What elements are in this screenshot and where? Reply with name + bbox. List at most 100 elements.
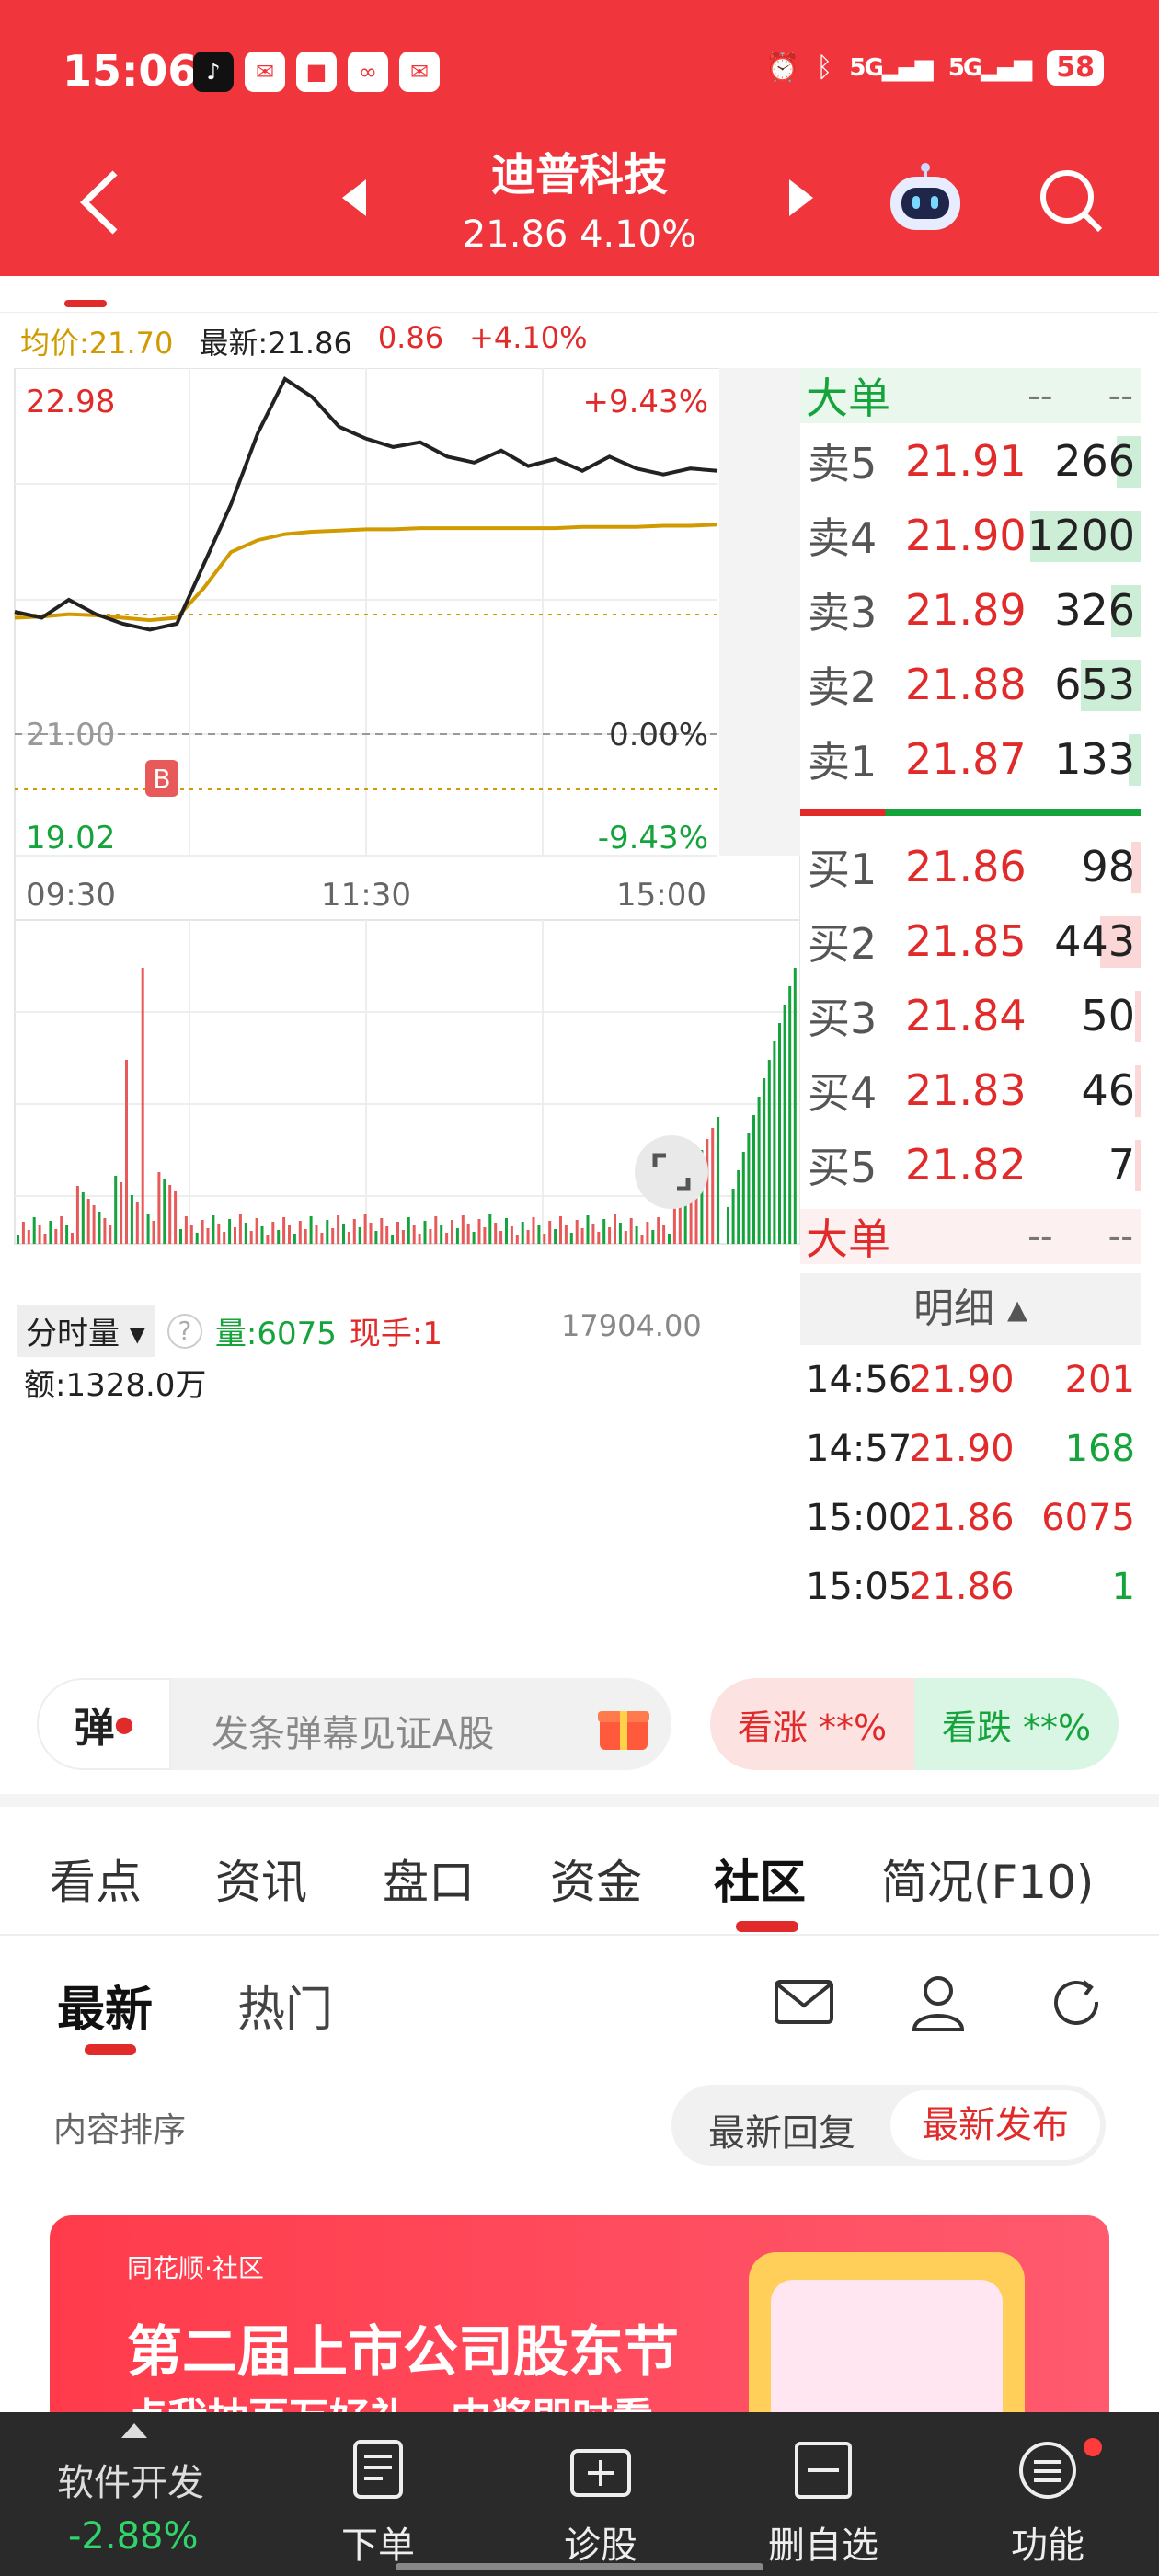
order-row[interactable]: 买3 21.84 50	[800, 978, 1141, 1052]
notification-dot	[1084, 2438, 1102, 2456]
volume-bar	[17, 1235, 19, 1244]
app-header: 15:06 ♪ ✉ ■ ∞ ✉ ⏰ ᛒ 5G▂▄▆ 5G▂▄▆ 58 迪普科技 …	[0, 0, 1159, 276]
volume-bar	[727, 1207, 729, 1244]
volume-bar	[315, 1225, 318, 1244]
volume-bar	[624, 1231, 627, 1244]
fullscreen-button[interactable]	[635, 1135, 708, 1209]
buy-marker-label: B	[153, 764, 170, 794]
time-end: 15:00	[616, 877, 706, 914]
gift-icon[interactable]	[594, 1695, 653, 1754]
volume-bar	[179, 1229, 182, 1244]
volume-bar	[260, 1226, 264, 1244]
help-icon[interactable]: ?	[166, 1313, 202, 1349]
next-stock-icon[interactable]	[789, 179, 813, 216]
diagnose-button[interactable]: 诊股	[522, 2412, 679, 2576]
volume-bar	[494, 1223, 498, 1244]
app-notify-icon: ✉	[245, 52, 285, 92]
volume-bar	[369, 1223, 373, 1244]
volume-bar	[217, 1224, 221, 1244]
expand-icon[interactable]	[121, 2423, 147, 2438]
volume-bar	[554, 1229, 557, 1244]
intraday-chart[interactable]: B 22.98 21.00 19.02 +9.43% 0.00% -9.43% …	[0, 368, 800, 1656]
home-indicator	[396, 2563, 763, 2570]
volume-bar	[602, 1219, 606, 1244]
volume-bar	[580, 1228, 584, 1244]
pct-axis-mid: 0.00%	[609, 717, 708, 753]
search-icon[interactable]	[1034, 164, 1107, 237]
volume-bar	[1135, 991, 1141, 1042]
volume-bar	[288, 1225, 291, 1244]
sector-name[interactable]: 软件开发	[57, 2453, 204, 2506]
sort-latest-reply[interactable]: 最新回复	[708, 2103, 855, 2156]
trade-details: 14:56 21.90 201 14:57 21.90 168 15:00 21.86 6075…	[800, 1345, 1141, 1621]
volume-bar	[49, 1221, 52, 1244]
tab-funds[interactable]: 资金	[550, 1846, 642, 1912]
refresh-icon[interactable]	[1043, 1969, 1109, 2035]
functions-button[interactable]: 功能	[970, 2412, 1126, 2576]
volume-bar	[174, 1191, 178, 1244]
tab-highlights[interactable]: 看点	[50, 1846, 142, 1912]
volume-bar	[157, 1172, 161, 1244]
order-row[interactable]: 买1 21.86 98	[800, 829, 1141, 903]
volume-bar	[396, 1222, 399, 1244]
volume-bar	[228, 1219, 232, 1244]
sort-latest-post[interactable]: 最新发布	[890, 2090, 1100, 2160]
volume-bar	[717, 1117, 720, 1244]
y-axis-low: 19.02	[26, 820, 115, 857]
remove-watchlist-button[interactable]: 删自选	[745, 2412, 901, 2576]
volume-bar	[635, 1226, 638, 1244]
bullish-button[interactable]: 看涨 **%	[710, 1678, 914, 1770]
user-icon[interactable]	[905, 1969, 971, 2035]
tab-orderbook[interactable]: 盘口	[383, 1846, 475, 1912]
price-change: 0.86	[377, 320, 444, 355]
volume-bar	[71, 1233, 74, 1244]
volume-bar	[440, 1225, 443, 1244]
volume-bar	[21, 1222, 25, 1244]
order-row[interactable]: 卖2 21.88 653	[800, 647, 1141, 721]
volume-bar	[304, 1229, 307, 1244]
volume-bar	[548, 1221, 552, 1244]
bearish-button[interactable]: 看跌 **%	[914, 1678, 1119, 1770]
tab-profile[interactable]: 简况(F10)	[881, 1846, 1094, 1912]
volume-bar	[352, 1219, 356, 1244]
order-button[interactable]: 下单	[300, 2412, 456, 2576]
volume-selector[interactable]: 分时量 ▾	[17, 1305, 155, 1357]
mail-icon[interactable]	[771, 1969, 837, 2035]
section-gap	[0, 1794, 1159, 1807]
volume-bar	[86, 1199, 90, 1244]
volume-bar	[711, 1128, 715, 1244]
detail-header[interactable]: 明细 ▴	[800, 1273, 1141, 1345]
banner-title: 第二届上市公司股东节	[127, 2320, 679, 2385]
sort-label: 内容排序	[53, 2111, 187, 2149]
danmaku-placeholder[interactable]: 发条弹幕见证A股	[212, 1704, 494, 1757]
tab-news[interactable]: 资讯	[215, 1846, 307, 1912]
robot-assistant-icon[interactable]	[885, 162, 966, 236]
volume-bar	[249, 1231, 253, 1244]
volume-bar	[752, 1115, 755, 1244]
volume-bar	[757, 1097, 761, 1244]
order-row[interactable]: 卖4 21.90 1200	[800, 498, 1141, 572]
volume-bar	[423, 1221, 427, 1244]
sell-orders: 卖5 21.91 266 卖4 21.90 1200 卖3 21.89 326 卖2 21.88 65…	[800, 423, 1141, 796]
danmaku-input-bar[interactable]: 弹 ● 发条弹幕见证A股	[37, 1678, 671, 1770]
order-row[interactable]: 买2 21.85 443	[800, 903, 1141, 978]
volume-bar	[466, 1224, 470, 1244]
subtab-latest[interactable]: 最新	[57, 1971, 153, 2040]
order-row[interactable]: 卖3 21.89 326	[800, 572, 1141, 647]
volume-bar	[773, 1041, 776, 1244]
order-row[interactable]: 卖5 21.91 266	[800, 423, 1141, 498]
volume-bar	[103, 1218, 107, 1244]
danmaku-icon[interactable]: 弹 ●	[37, 1678, 171, 1770]
volume-bar	[526, 1230, 530, 1244]
volume-bar	[184, 1216, 188, 1244]
subtab-hot[interactable]: 热门	[237, 1971, 333, 2040]
tab-community[interactable]: 社区	[714, 1846, 806, 1912]
volume-bar	[532, 1217, 535, 1244]
trade-detail-row: 14:56 21.90 201	[806, 1358, 1135, 1401]
order-row[interactable]: 买4 21.83 46	[800, 1052, 1141, 1127]
volume-bar	[668, 1234, 671, 1244]
order-row[interactable]: 卖1 21.87 133	[800, 721, 1141, 796]
volume-bar	[767, 1060, 771, 1244]
chart-tabs-strip[interactable]	[0, 276, 1159, 313]
order-row[interactable]: 买5 21.82 7	[800, 1127, 1141, 1202]
